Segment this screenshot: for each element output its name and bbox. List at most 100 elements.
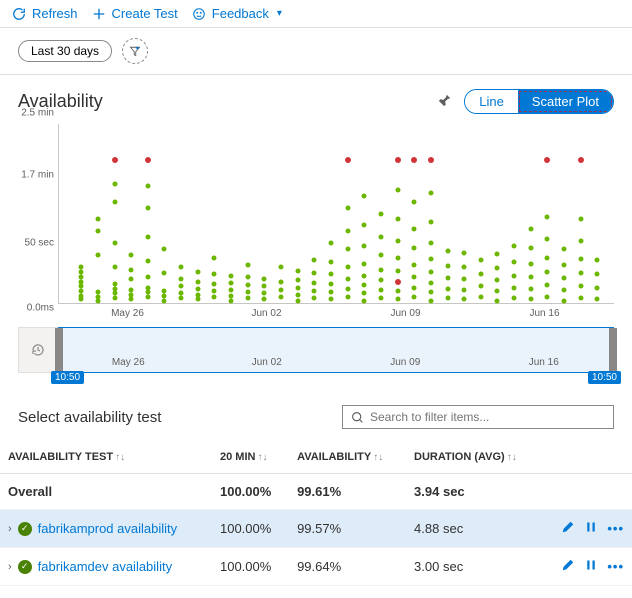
data-point-success[interactable]	[378, 278, 383, 283]
col-20min[interactable]: 20 MIN↑↓	[212, 441, 289, 474]
data-point-success[interactable]	[378, 267, 383, 272]
col-duration[interactable]: DURATION (AVG)↑↓	[406, 441, 542, 474]
data-point-success[interactable]	[79, 289, 84, 294]
data-point-success[interactable]	[145, 290, 150, 295]
data-point-success[interactable]	[328, 290, 333, 295]
timeline-handle-right[interactable]	[609, 328, 617, 372]
data-point-success[interactable]	[545, 295, 550, 300]
search-box[interactable]	[342, 405, 614, 429]
data-point-success[interactable]	[295, 268, 300, 273]
data-point-success[interactable]	[245, 296, 250, 301]
data-point-success[interactable]	[462, 297, 467, 302]
data-point-success[interactable]	[428, 280, 433, 285]
scatter-chart[interactable]	[58, 124, 614, 304]
col-availability[interactable]: AVAILABILITY↑↓	[289, 441, 406, 474]
data-point-success[interactable]	[95, 295, 100, 300]
data-point-success[interactable]	[328, 297, 333, 302]
data-point-success[interactable]	[578, 238, 583, 243]
data-point-success[interactable]	[112, 281, 117, 286]
data-point-success[interactable]	[428, 191, 433, 196]
data-point-success[interactable]	[179, 277, 184, 282]
data-point-success[interactable]	[212, 295, 217, 300]
data-point-success[interactable]	[528, 246, 533, 251]
data-point-success[interactable]	[378, 287, 383, 292]
data-point-success[interactable]	[428, 256, 433, 261]
data-point-failure[interactable]	[112, 157, 118, 163]
data-point-success[interactable]	[195, 269, 200, 274]
data-point-success[interactable]	[279, 279, 284, 284]
data-point-success[interactable]	[245, 283, 250, 288]
data-point-success[interactable]	[528, 227, 533, 232]
data-point-success[interactable]	[578, 256, 583, 261]
data-point-success[interactable]	[445, 264, 450, 269]
data-point-success[interactable]	[445, 296, 450, 301]
data-point-success[interactable]	[395, 268, 400, 273]
data-point-success[interactable]	[112, 286, 117, 291]
data-point-success[interactable]	[195, 297, 200, 302]
data-point-success[interactable]	[295, 298, 300, 303]
data-point-success[interactable]	[412, 274, 417, 279]
data-point-success[interactable]	[328, 260, 333, 265]
data-point-success[interactable]	[462, 250, 467, 255]
data-point-success[interactable]	[262, 284, 267, 289]
data-point-success[interactable]	[312, 280, 317, 285]
data-point-success[interactable]	[95, 217, 100, 222]
data-point-success[interactable]	[112, 265, 117, 270]
data-point-success[interactable]	[395, 297, 400, 302]
data-point-success[interactable]	[95, 229, 100, 234]
data-point-success[interactable]	[145, 205, 150, 210]
data-point-success[interactable]	[578, 217, 583, 222]
data-point-success[interactable]	[428, 219, 433, 224]
data-point-success[interactable]	[528, 274, 533, 279]
data-point-success[interactable]	[129, 297, 134, 302]
data-point-success[interactable]	[295, 292, 300, 297]
data-point-success[interactable]	[295, 278, 300, 283]
data-point-success[interactable]	[562, 275, 567, 280]
data-point-success[interactable]	[362, 283, 367, 288]
data-point-success[interactable]	[478, 284, 483, 289]
data-point-success[interactable]	[245, 262, 250, 267]
data-point-success[interactable]	[179, 284, 184, 289]
data-point-success[interactable]	[512, 273, 517, 278]
data-point-success[interactable]	[79, 265, 84, 270]
data-point-success[interactable]	[595, 297, 600, 302]
data-point-success[interactable]	[312, 258, 317, 263]
data-point-success[interactable]	[345, 286, 350, 291]
data-point-success[interactable]	[145, 184, 150, 189]
data-point-success[interactable]	[212, 281, 217, 286]
data-point-success[interactable]	[279, 265, 284, 270]
data-point-success[interactable]	[262, 291, 267, 296]
data-point-success[interactable]	[412, 262, 417, 267]
timeline-scrubber[interactable]: 10:50 10:50 May 26Jun 02Jun 09Jun 16	[58, 327, 614, 373]
data-point-success[interactable]	[528, 261, 533, 266]
data-point-success[interactable]	[229, 273, 234, 278]
data-point-success[interactable]	[328, 241, 333, 246]
data-point-success[interactable]	[312, 289, 317, 294]
data-point-success[interactable]	[528, 297, 533, 302]
data-point-success[interactable]	[212, 289, 217, 294]
data-point-success[interactable]	[495, 289, 500, 294]
data-point-success[interactable]	[478, 258, 483, 263]
data-point-success[interactable]	[312, 296, 317, 301]
data-point-success[interactable]	[129, 287, 134, 292]
data-point-success[interactable]	[478, 295, 483, 300]
data-point-success[interactable]	[395, 217, 400, 222]
data-point-success[interactable]	[562, 298, 567, 303]
data-point-failure[interactable]	[345, 157, 351, 163]
data-point-success[interactable]	[462, 277, 467, 282]
data-point-success[interactable]	[95, 290, 100, 295]
toggle-line[interactable]: Line	[465, 90, 518, 113]
data-point-success[interactable]	[462, 265, 467, 270]
data-point-success[interactable]	[312, 271, 317, 276]
more-button[interactable]: •••	[607, 521, 624, 536]
toggle-scatter[interactable]: Scatter Plot	[518, 90, 613, 113]
data-point-success[interactable]	[545, 236, 550, 241]
data-point-success[interactable]	[279, 295, 284, 300]
data-point-success[interactable]	[395, 289, 400, 294]
expand-icon[interactable]: ›	[8, 561, 12, 573]
data-point-success[interactable]	[362, 261, 367, 266]
data-point-success[interactable]	[562, 247, 567, 252]
data-point-success[interactable]	[478, 272, 483, 277]
data-point-success[interactable]	[545, 255, 550, 260]
search-input[interactable]	[370, 410, 605, 424]
